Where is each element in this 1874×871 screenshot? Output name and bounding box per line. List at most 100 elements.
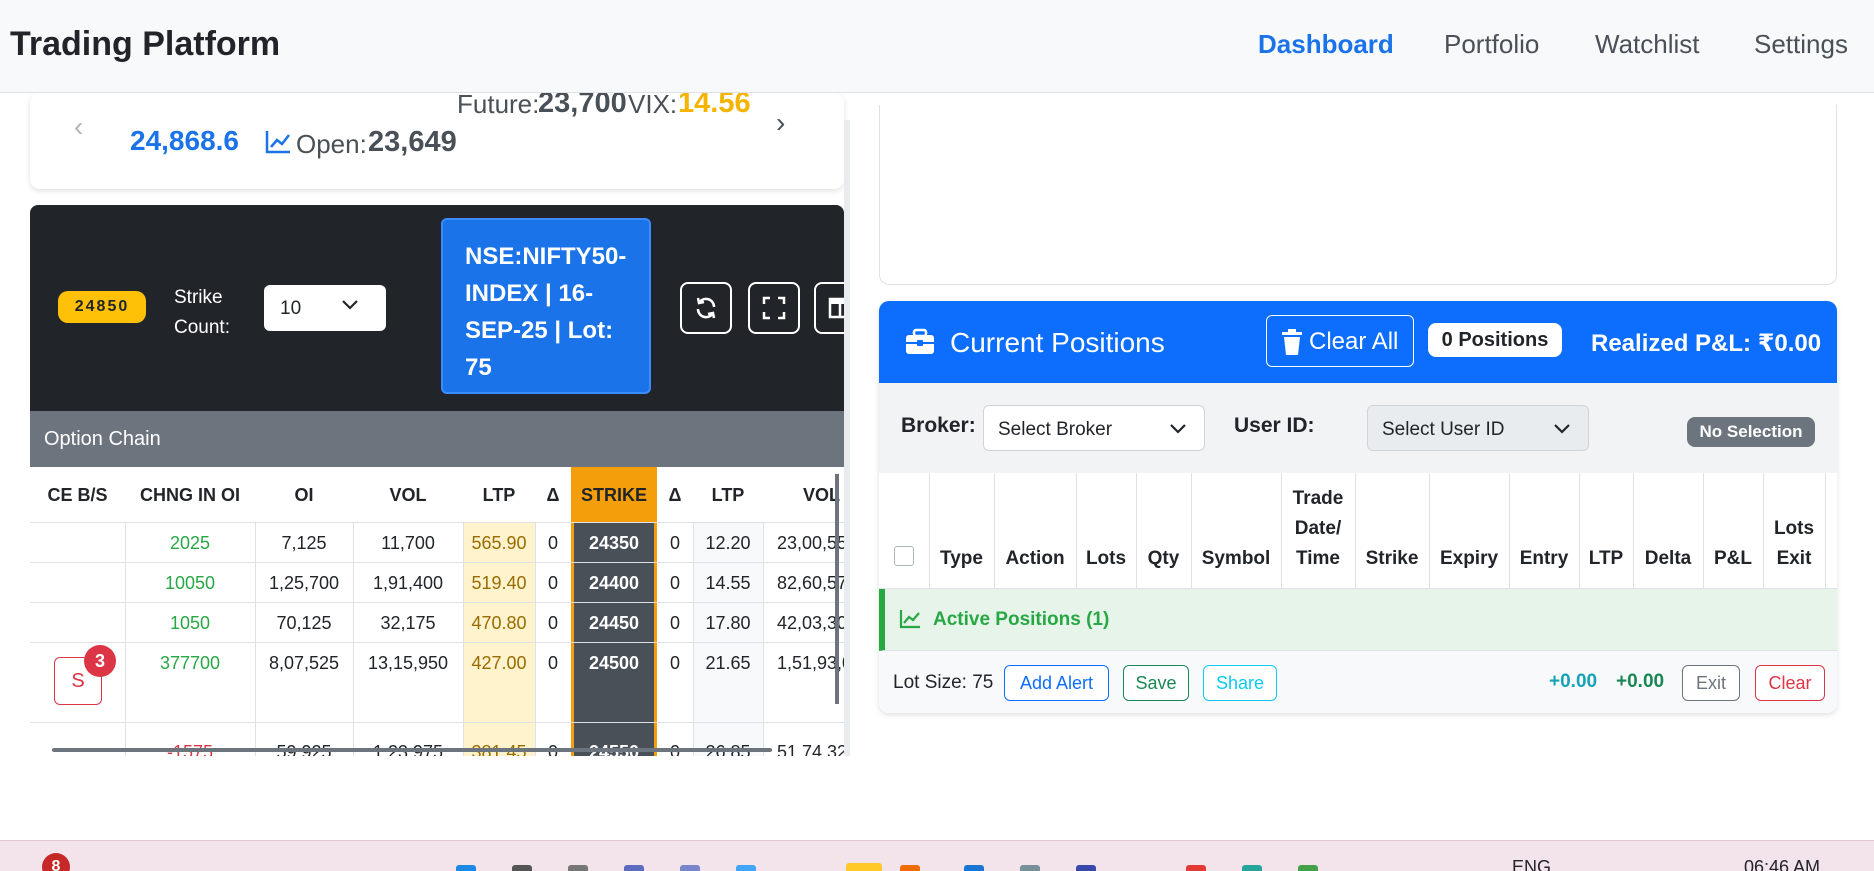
strike-cell: 24350 xyxy=(588,533,640,553)
nav-portfolio[interactable]: Portfolio xyxy=(1444,29,1539,60)
filter-bar: Broker: Select Broker User ID: Select Us… xyxy=(879,383,1837,473)
app-icon[interactable] xyxy=(900,865,920,871)
col-delta: Δ xyxy=(546,485,560,505)
col-entry: Entry xyxy=(1519,548,1569,569)
table-row[interactable]: S 3 377700 8,07,525 13,15,950 427.00 0 2… xyxy=(30,643,850,723)
table-row[interactable]: 2025 7,125 11,700 565.90 0 24350 0 12.20… xyxy=(30,523,850,563)
app-icon[interactable] xyxy=(1298,865,1318,871)
share-button[interactable]: Share xyxy=(1203,665,1277,701)
option-chain-table: CE B/S CHNG IN OI OI VOL LTP Δ STRIKE Δ … xyxy=(30,467,850,756)
option-chain-title: Option Chain xyxy=(44,428,161,450)
col-ltp: LTP xyxy=(482,485,516,505)
col-qty: Qty xyxy=(1147,548,1180,569)
positions-count-badge: 0 Positions xyxy=(1428,323,1562,357)
ltp-cell[interactable]: 565.90 xyxy=(463,523,535,563)
nav-watchlist[interactable]: Watchlist xyxy=(1595,29,1700,60)
strike-count-value: 10 xyxy=(280,298,302,319)
delta-pe-cell: 0 xyxy=(669,573,680,593)
chart-area xyxy=(879,105,1837,285)
chart-line-icon xyxy=(265,131,290,154)
chevron-right-icon[interactable]: › xyxy=(776,107,785,139)
windows-start-icon[interactable] xyxy=(456,865,476,871)
delta-pe-cell: 0 xyxy=(669,533,680,553)
chng-oi-cell: 1050 xyxy=(169,613,211,633)
delta-cell: 0 xyxy=(547,653,558,673)
broker-select[interactable]: Select Broker xyxy=(983,405,1205,451)
nav-settings[interactable]: Settings xyxy=(1754,29,1848,60)
exit-button[interactable]: Exit xyxy=(1682,665,1740,701)
clear-all-button[interactable]: Clear All xyxy=(1266,315,1414,367)
ltp-cell[interactable]: 470.80 xyxy=(463,603,535,643)
chevron-down-icon xyxy=(342,300,358,310)
delta-pe-cell: 0 xyxy=(669,613,680,633)
search-icon[interactable] xyxy=(512,865,532,871)
col-strike: STRIKE xyxy=(580,485,647,505)
active-positions-group[interactable]: Active Positions (1) xyxy=(879,589,1837,651)
col-chng-oi: CHNG IN OI xyxy=(139,485,240,505)
brand-title[interactable]: Trading Platform xyxy=(10,25,280,64)
col-ce-bs: CE B/S xyxy=(47,485,108,505)
column-divider xyxy=(1825,473,1826,589)
clear-button[interactable]: Clear xyxy=(1755,665,1825,701)
future-label: Future: xyxy=(457,93,540,119)
index-price: 24,868.6 xyxy=(130,125,239,156)
app-icon[interactable] xyxy=(1242,865,1262,871)
refresh-button[interactable] xyxy=(680,282,732,334)
ltp-pe-cell[interactable]: 14.55 xyxy=(693,563,763,603)
task-view-icon[interactable] xyxy=(568,865,588,871)
index-ticker-card: ‹ 24,868.6 Open: 23,649 Future: 23,700 V… xyxy=(30,93,844,189)
nav-dashboard[interactable]: Dashboard xyxy=(1258,29,1394,60)
app-icon[interactable] xyxy=(1186,865,1206,871)
oi-cell: 8,07,525 xyxy=(268,653,340,673)
delta-cell: 0 xyxy=(547,573,558,593)
left-panel: ‹ 24,868.6 Open: 23,649 Future: 23,700 V… xyxy=(0,93,850,756)
delta-cell: 0 xyxy=(547,613,558,633)
oi-cell: 70,125 xyxy=(276,613,332,633)
table-scroll-thumb[interactable] xyxy=(835,474,839,704)
top-navbar: Trading Platform Dashboard Portfolio Wat… xyxy=(0,0,1874,93)
vertical-scrollbar[interactable] xyxy=(844,120,850,756)
app-icon[interactable] xyxy=(964,865,984,871)
table-row[interactable]: 10050 1,25,700 1,91,400 519.40 0 24400 0… xyxy=(30,563,850,603)
fullscreen-button[interactable] xyxy=(748,282,800,334)
clock[interactable]: 06:46 AM xyxy=(1744,857,1820,871)
file-explorer-icon[interactable] xyxy=(846,863,882,871)
chevron-left-icon[interactable]: ‹ xyxy=(74,111,83,143)
clear-all-label: Clear All xyxy=(1309,328,1399,355)
select-all-checkbox[interactable] xyxy=(894,546,914,566)
language-indicator[interactable]: ENG xyxy=(1512,857,1551,871)
col-type: Type xyxy=(940,548,983,569)
trash-icon xyxy=(1282,329,1302,355)
save-button[interactable]: Save xyxy=(1123,665,1189,701)
open-label: Open: xyxy=(296,129,367,159)
symbol-info-box: NSE:NIFTY50-INDEX | 16-SEP-25 | Lot: 75 xyxy=(441,218,651,394)
add-alert-button[interactable]: Add Alert xyxy=(1004,665,1109,701)
horizontal-scrollbar[interactable] xyxy=(52,748,772,752)
ltp-pe-cell[interactable]: 12.20 xyxy=(693,523,763,563)
ltp-pe-cell[interactable]: 17.80 xyxy=(693,603,763,643)
app-icon[interactable] xyxy=(624,865,644,871)
vix-label: VIX: xyxy=(628,93,678,119)
pnl-value-b: +0.00 xyxy=(1616,671,1665,692)
app-icon[interactable] xyxy=(736,865,756,871)
vol-cell: 1,91,400 xyxy=(372,573,444,593)
ltp-cell[interactable]: 519.40 xyxy=(463,563,535,603)
chng-oi-cell: 2025 xyxy=(169,533,211,553)
app-icon[interactable] xyxy=(1076,865,1096,871)
app-icon[interactable] xyxy=(680,865,700,871)
col-symbol: Symbol xyxy=(1201,548,1271,569)
briefcase-icon xyxy=(906,328,934,354)
app-icon[interactable] xyxy=(1020,865,1040,871)
notification-count-badge[interactable]: 8 xyxy=(42,853,70,871)
chng-oi-cell: 377700 xyxy=(159,653,221,673)
col-vol: VOL xyxy=(389,485,427,505)
ltp-pe-cell[interactable]: 21.65 xyxy=(693,643,763,683)
ltp-cell[interactable]: 427.00 xyxy=(463,643,535,683)
table-row[interactable]: 1050 70,125 32,175 470.80 0 24450 0 17.8… xyxy=(30,603,850,643)
user-id-select[interactable]: Select User ID xyxy=(1367,405,1589,451)
position-action-row: Lot Size: 75 Add Alert Save Share +0.00 … xyxy=(879,651,1837,713)
option-chain-header: Option Chain xyxy=(30,411,850,467)
strike-count-label: Strike Count: xyxy=(174,287,230,338)
strike-count-select[interactable]: 10 xyxy=(264,285,386,331)
active-positions-label: Active Positions (1) xyxy=(933,609,1110,630)
